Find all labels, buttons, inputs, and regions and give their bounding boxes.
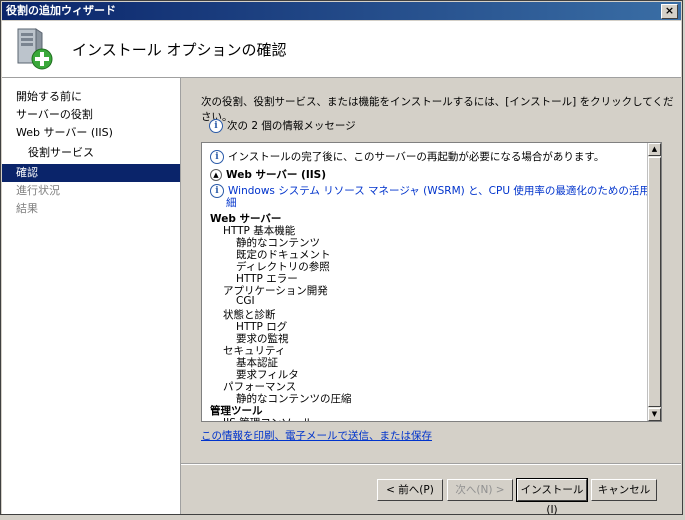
- scroll-thumb[interactable]: [648, 157, 661, 407]
- info-icon: i: [210, 150, 224, 164]
- section-title: Web サーバー (IIS): [226, 169, 327, 181]
- message-count-label: 次の 2 個の情報メッセージ: [227, 120, 356, 132]
- sidebar-item-confirmation[interactable]: 確認: [2, 164, 180, 182]
- section-header-web-server[interactable]: ▲ Web サーバー (IIS): [210, 167, 326, 182]
- wsrm-link[interactable]: Windows システム リソース マネージャ (WSRM) と、CPU 使用率…: [228, 185, 661, 197]
- wizard-header: インストール オプションの確認: [2, 21, 681, 78]
- install-button[interactable]: インストール(I): [516, 478, 588, 516]
- button-separator: [181, 463, 681, 465]
- tree-item: IIS 管理コンソール: [223, 415, 313, 421]
- restart-notice-text: インストールの完了後に、このサーバーの再起動が必要になる場合があります。: [228, 151, 605, 163]
- page-title: インストール オプションの確認: [72, 41, 287, 59]
- sidebar-item-role-services[interactable]: 役割サービス: [2, 144, 180, 162]
- wizard-sidebar: 開始する前に サーバーの役割 Web サーバー (IIS) 役割サービス 確認 …: [2, 78, 181, 514]
- info-icon: i: [209, 119, 223, 133]
- window-title: 役割の追加ウィザード: [6, 4, 116, 17]
- wizard-window: 役割の追加ウィザード × インストール オプションの確認 開始する前に サーバー…: [0, 0, 683, 516]
- sidebar-item-before-you-begin[interactable]: 開始する前に: [2, 88, 180, 106]
- back-button[interactable]: < 前へ(P): [377, 479, 443, 501]
- main-content: 次の役割、役割サービス、または機能をインストールするには、[インストール] をク…: [181, 78, 681, 516]
- sidebar-item-progress: 進行状況: [16, 184, 60, 197]
- scroll-down-button[interactable]: ▼: [648, 408, 661, 421]
- server-add-icon: [17, 28, 53, 70]
- tree-item: CGI: [236, 295, 255, 307]
- message-count: i 次の 2 個の情報メッセージ: [209, 118, 356, 133]
- next-button: 次へ(N) >: [447, 479, 513, 501]
- close-button[interactable]: ×: [661, 4, 678, 19]
- vertical-scrollbar[interactable]: ▲ ▼: [647, 143, 661, 421]
- sidebar-item-web-server[interactable]: Web サーバー (IIS): [2, 124, 180, 142]
- scroll-up-button[interactable]: ▲: [648, 143, 661, 156]
- title-bar: 役割の追加ウィザード ×: [2, 2, 681, 20]
- print-email-save-link[interactable]: この情報を印刷、電子メールで送信、または保存: [201, 428, 432, 443]
- cancel-button[interactable]: キャンセル: [591, 479, 657, 501]
- restart-notice: i インストールの完了後に、このサーバーの再起動が必要になる場合があります。: [210, 149, 604, 164]
- wsrm-info: i Windows システム リソース マネージャ (WSRM) と、CPU 使用…: [210, 183, 661, 198]
- collapse-icon[interactable]: ▲: [210, 169, 222, 181]
- confirmation-panel: i インストールの完了後に、このサーバーの再起動が必要になる場合があります。 ▲ W…: [201, 142, 662, 422]
- info-icon: i: [210, 184, 224, 198]
- sidebar-item-results: 結果: [16, 202, 38, 215]
- sidebar-item-server-roles[interactable]: サーバーの役割: [2, 106, 180, 124]
- wsrm-link-continued[interactable]: 細: [226, 195, 237, 210]
